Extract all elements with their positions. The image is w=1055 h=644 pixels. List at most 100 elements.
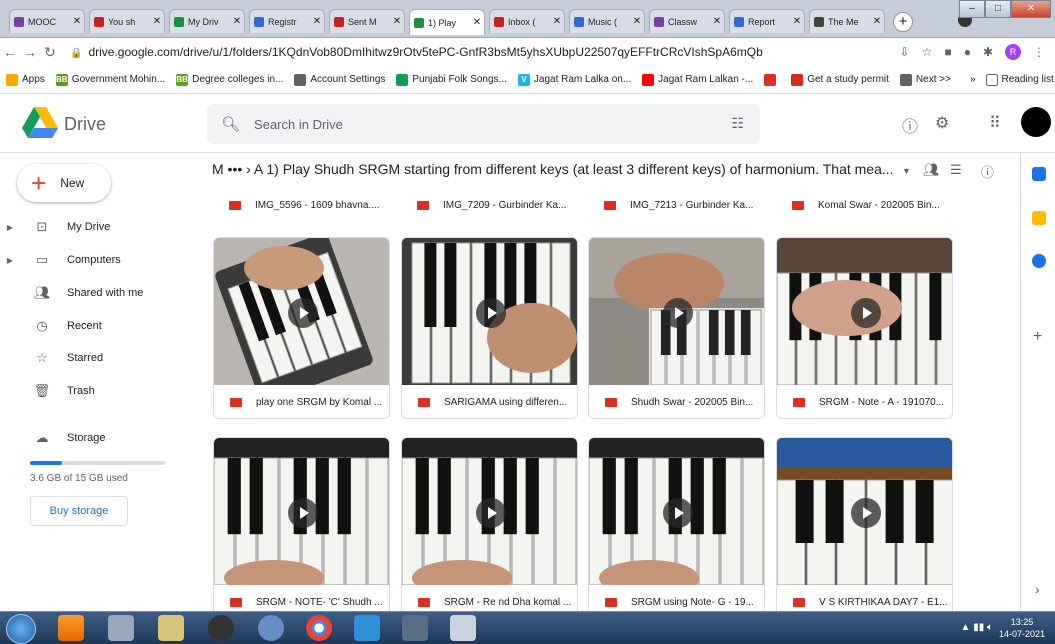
maximize-button[interactable]: □ (985, 0, 1011, 18)
tab-close-icon[interactable]: ✕ (632, 16, 642, 27)
expand-arrow-icon[interactable]: ▶ (3, 223, 17, 232)
video-thumbnail[interactable] (402, 438, 577, 585)
tab-10[interactable]: The Me ✕ (809, 9, 885, 33)
tab-close-icon[interactable]: ✕ (792, 16, 802, 27)
bookmark-item[interactable]: Jagat Ram Lalkan -... (642, 73, 753, 86)
play-icon[interactable] (851, 498, 881, 528)
play-icon[interactable] (851, 298, 881, 328)
bookmark-item[interactable]: BB Government Mohin... (55, 73, 165, 86)
video-thumbnail[interactable] (214, 438, 389, 585)
buy-storage-button[interactable]: Buy storage (30, 496, 128, 526)
expand-panel-icon[interactable]: › (1035, 581, 1040, 597)
video-thumbnail[interactable] (214, 238, 389, 385)
settings-gear-icon[interactable]: ⚙ (935, 113, 949, 133)
tab-close-icon[interactable]: ✕ (232, 16, 242, 27)
install-icon[interactable]: ⇩ (900, 45, 910, 59)
tasks-icon[interactable] (1032, 254, 1046, 268)
microphone-icon[interactable] (402, 615, 428, 641)
new-button[interactable]: + New (17, 164, 111, 202)
new-tab-button[interactable]: + (893, 12, 913, 32)
file-item[interactable]: IMG_7209 - Gurbinder Ka... (417, 190, 566, 220)
drive-logo-icon[interactable] (22, 107, 58, 139)
file-explorer-icon[interactable] (158, 615, 184, 641)
tab-7[interactable]: Music (✕ (569, 9, 645, 33)
video-thumbnail[interactable] (777, 238, 952, 385)
menu-kebab-icon[interactable]: ⋮ (1033, 45, 1045, 59)
reading-list-button[interactable]: Reading list (985, 73, 1054, 86)
bookmarks-overflow-icon[interactable]: » (970, 74, 976, 85)
start-button[interactable] (6, 614, 36, 644)
search-box[interactable]: 🔍︎ Search in Drive ☷ (207, 104, 760, 144)
calculator-icon[interactable] (450, 615, 476, 641)
search-options-icon[interactable]: ☷ (731, 115, 744, 132)
play-icon[interactable] (476, 298, 506, 328)
play-icon[interactable] (476, 498, 506, 528)
forward-icon[interactable]: → (20, 44, 40, 60)
chrome-icon[interactable] (306, 615, 332, 641)
bookmark-item[interactable] (764, 73, 780, 86)
tab-close-icon[interactable]: ✕ (552, 16, 562, 27)
tab-close-icon[interactable]: ✕ (872, 16, 882, 27)
extensions-puzzle-icon[interactable]: ✱ (983, 45, 993, 59)
tab-6[interactable]: Inbox (✕ (489, 9, 565, 33)
minimize-button[interactable]: – (959, 0, 985, 18)
bookmark-item[interactable]: Next >> (899, 73, 951, 86)
media-player-icon[interactable] (108, 615, 134, 641)
file-item[interactable]: IMG_5596 - 1609 bhavna.... (229, 190, 380, 220)
video-thumbnail[interactable] (589, 238, 764, 385)
clock[interactable]: 13:25 14-07-2021 (999, 616, 1045, 640)
sidebar-item-my-drive[interactable]: ▶ ⊡ My Drive (0, 214, 190, 240)
video-thumbnail[interactable] (402, 238, 577, 385)
add-addon-icon[interactable]: + (1033, 328, 1042, 346)
search-icon[interactable]: 🔍︎ (221, 115, 240, 133)
url-field[interactable]: 🔒 drive.google.com/drive/u/1/folders/1KQd… (70, 45, 900, 59)
sidebar-item-shared-with-me[interactable]: 👥︎ Shared with me (0, 280, 190, 306)
bookmark-item[interactable]: Punjabi Folk Songs... (396, 73, 507, 86)
play-icon[interactable] (288, 298, 318, 328)
close-window-button[interactable]: ✕ (1011, 0, 1051, 18)
tab-9[interactable]: Report ✕ (729, 9, 805, 33)
file-item[interactable]: IMG_7213 - Gurbinder Ka... (604, 190, 753, 220)
tab-8[interactable]: Classw ✕ (649, 9, 725, 33)
back-icon[interactable]: ← (0, 44, 20, 60)
file-card[interactable]: SRGM - NOTE- 'C' Shudh ... (213, 437, 390, 611)
reload-icon[interactable]: ↻ (40, 44, 60, 61)
bookmark-item[interactable]: BB Degree colleges in... (176, 73, 283, 86)
tab-5[interactable]: 1) Play ✕ (409, 9, 485, 35)
bookmark-item[interactable]: Apps (6, 73, 45, 86)
tab-close-icon[interactable]: ✕ (392, 16, 402, 27)
sidebar-item-storage[interactable]: ☁ Storage (0, 425, 190, 451)
extension-circle-icon[interactable]: ● (964, 45, 971, 59)
tab-2[interactable]: My Driv ✕ (169, 9, 245, 33)
folder-dropdown-icon[interactable]: ▼ (902, 166, 911, 176)
calendar-icon[interactable] (1032, 167, 1046, 181)
sidebar-item-starred[interactable]: ☆ Starred (0, 345, 190, 371)
extension-b-icon[interactable]: ■ (944, 45, 951, 59)
bookmark-item[interactable]: Get a study permit (791, 73, 889, 86)
file-card[interactable]: SARIGAMA using differen... (401, 237, 578, 419)
app-icon-1[interactable] (208, 615, 234, 641)
file-card[interactable]: Shudh Swar - 202005 Bin... (588, 237, 765, 419)
file-card[interactable]: V S KIRTHIKAA DAY7 - E1... (776, 437, 953, 611)
tab-close-icon[interactable]: ✕ (152, 16, 162, 27)
play-icon[interactable] (663, 498, 693, 528)
video-thumbnail[interactable] (589, 438, 764, 585)
sidebar-item-trash[interactable]: 🗑︎ Trash (0, 378, 190, 404)
tab-close-icon[interactable]: ✕ (312, 16, 322, 27)
play-icon[interactable] (288, 498, 318, 528)
tab-3[interactable]: Registr ✕ (249, 9, 325, 33)
apps-grid-icon[interactable]: ⠿ (989, 113, 1001, 133)
expand-arrow-icon[interactable]: ▶ (3, 256, 17, 265)
play-icon[interactable] (663, 298, 693, 328)
tab-close-icon[interactable]: ✕ (72, 16, 82, 27)
bookmark-item[interactable]: Account Settings (294, 73, 385, 86)
search-placeholder[interactable]: Search in Drive (254, 117, 343, 132)
tab-0[interactable]: MOOC ✕ (9, 9, 85, 33)
vlc-icon[interactable] (58, 615, 84, 641)
app-icon-3[interactable] (354, 615, 380, 641)
details-info-icon[interactable]: ⓘ (981, 162, 994, 181)
user-avatar[interactable]: R (1005, 44, 1021, 60)
tab-1[interactable]: You sh ✕ (89, 9, 165, 33)
video-thumbnail[interactable] (777, 438, 952, 585)
list-view-icon[interactable]: ☰ (950, 162, 962, 178)
